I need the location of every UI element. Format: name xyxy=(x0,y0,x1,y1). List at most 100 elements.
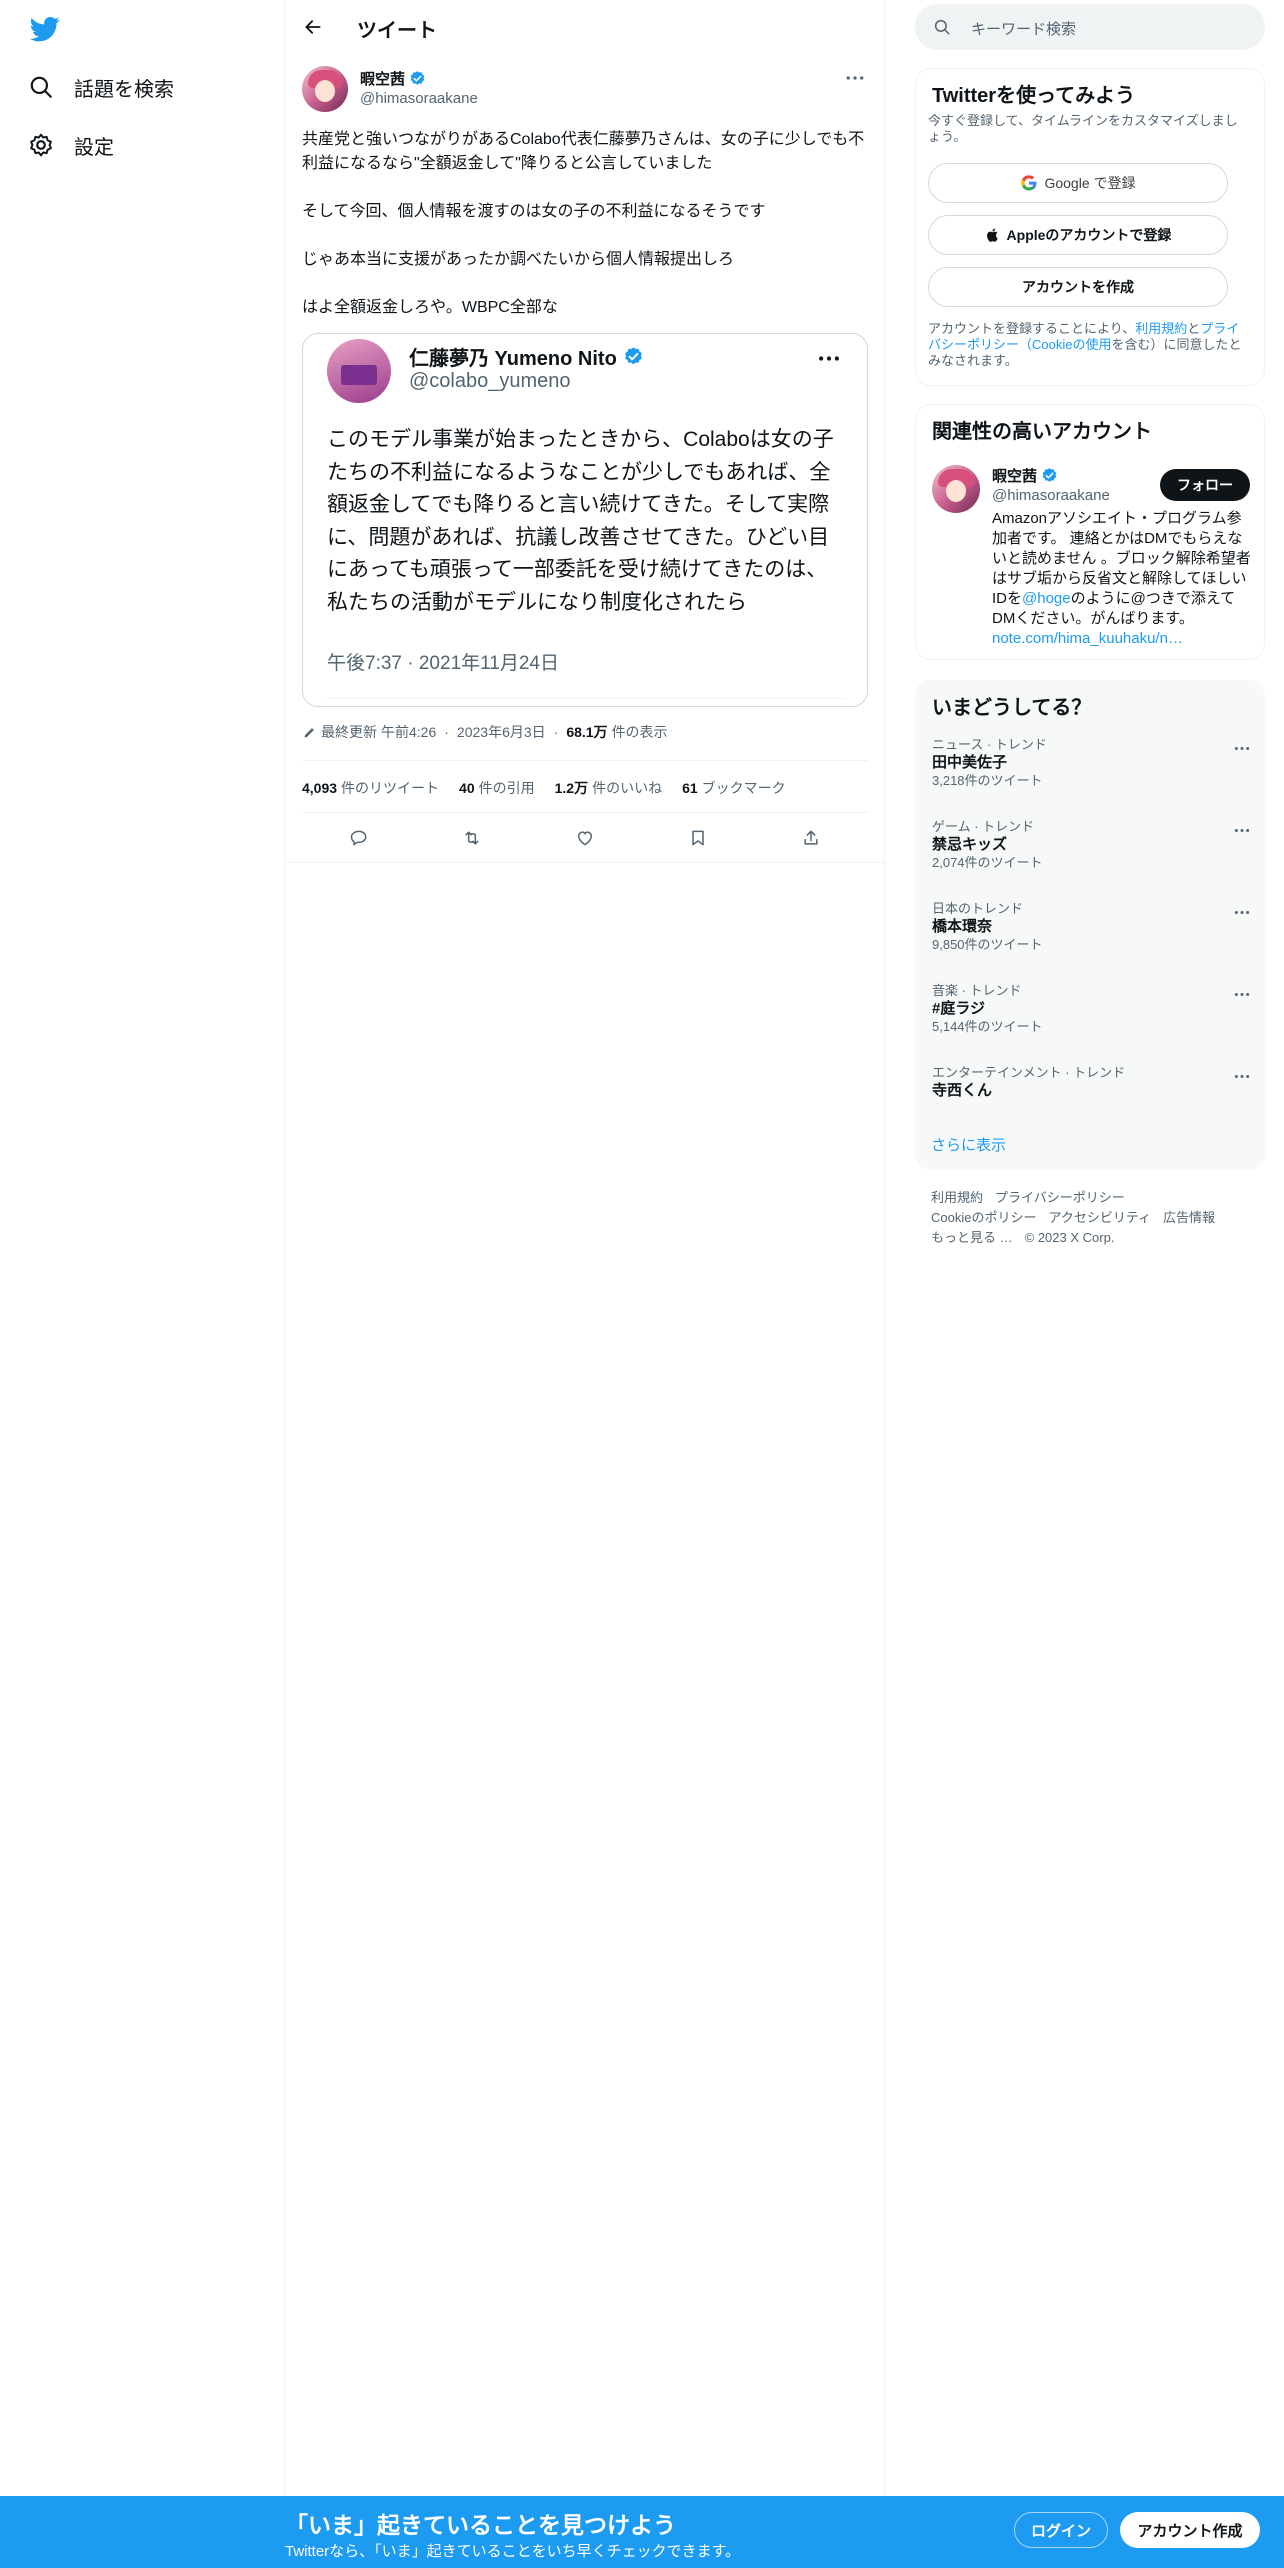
create-account-label: アカウントを作成 xyxy=(1022,279,1134,295)
quotes-count: 40 xyxy=(459,780,475,796)
related-account-handle: @himasoraakane xyxy=(992,487,1110,504)
trend-count: 5,144件のツイート xyxy=(932,1019,1043,1034)
apple-signup-label: Appleのアカウントで登録 xyxy=(1006,227,1172,243)
login-button[interactable]: ログイン xyxy=(1014,2512,1108,2548)
nav-settings[interactable]: 設定 xyxy=(28,125,114,165)
signup-legal-text: アカウントを登録することにより、利用規約とプライバシーポリシー（Cookieの使… xyxy=(928,321,1246,369)
trend-more-button[interactable] xyxy=(1232,741,1252,755)
views-count: 68.1万 xyxy=(566,724,608,740)
trend-item[interactable]: ゲーム · トレンド 禁忌キッズ 2,074件のツイート xyxy=(932,819,1252,889)
avatar[interactable] xyxy=(932,465,980,513)
search-input[interactable]: キーワード検索 xyxy=(915,4,1265,50)
terms-link[interactable]: 利用規約 xyxy=(1135,321,1187,336)
google-signup-button[interactable]: Google で登録 xyxy=(928,163,1228,203)
quotes-stat[interactable]: 40 件の引用 xyxy=(459,778,535,798)
trend-item[interactable]: ニュース · トレンド 田中美佐子 3,218件のツイート xyxy=(932,737,1252,807)
author-handle[interactable]: @himasoraakane xyxy=(360,90,478,107)
bio-url-link[interactable]: note.com/hima_kuuhaku/n… xyxy=(992,630,1183,647)
trend-more-button[interactable] xyxy=(1232,823,1252,837)
heart-icon xyxy=(577,831,592,846)
related-account-bio: Amazonアソシエイト・プログラム参加者です。 連絡とかはDMでもらえないと読… xyxy=(992,509,1252,649)
footer-more-link[interactable]: もっと見る … xyxy=(931,1230,1013,1245)
footer-accessibility-link[interactable]: アクセシビリティ xyxy=(1048,1210,1151,1225)
bookmarks-label: ブックマーク xyxy=(701,780,786,796)
share-icon xyxy=(804,830,818,845)
retweets-stat[interactable]: 4,093 件のリツイート xyxy=(302,778,439,798)
search-placeholder: キーワード検索 xyxy=(971,21,1077,38)
footer-privacy-link[interactable]: プライバシーポリシー xyxy=(995,1190,1125,1205)
follow-button[interactable]: フォロー xyxy=(1160,469,1250,501)
page-header: ツイート xyxy=(285,0,885,54)
quote-more-button[interactable] xyxy=(815,348,843,368)
trend-more-button[interactable] xyxy=(1232,1069,1252,1083)
signup-button[interactable]: アカウント作成 xyxy=(1120,2512,1260,2548)
back-button[interactable] xyxy=(299,13,327,41)
trend-category: ニュース · トレンド xyxy=(932,737,1047,752)
show-more-link[interactable]: さらに表示 xyxy=(931,1134,1006,1155)
bio-mention-link[interactable]: @hoge xyxy=(1022,590,1071,607)
twitter-bird-icon[interactable] xyxy=(28,14,62,44)
create-account-button[interactable]: アカウントを作成 xyxy=(928,267,1228,307)
more-dots-icon xyxy=(1234,992,1250,996)
apple-signup-button[interactable]: Appleのアカウントで登録 xyxy=(928,215,1228,255)
google-signup-label: Google で登録 xyxy=(1044,175,1136,191)
share-button[interactable] xyxy=(793,820,829,856)
more-dots-icon xyxy=(846,76,864,80)
trends-card: いまどうしてる？ ニュース · トレンド 田中美佐子 3,218件のツイート ゲ… xyxy=(915,680,1265,1170)
more-dots-icon xyxy=(819,355,839,361)
footer-links: 利用規約 プライバシーポリシー Cookieのポリシー アクセシビリティ 広告情報 も… xyxy=(931,1188,1261,1248)
related-account-name-text: 暇空茜 xyxy=(992,468,1038,485)
author-name[interactable]: 暇空茜 xyxy=(360,68,426,89)
likes-stat[interactable]: 1.2万 件のいいね xyxy=(555,778,662,798)
trend-category: エンターテインメント · トレンド xyxy=(932,1065,1126,1080)
tweet-actions xyxy=(302,816,868,860)
footer-terms-link[interactable]: 利用規約 xyxy=(931,1190,983,1205)
footer-ads-link[interactable]: 広告情報 xyxy=(1163,1210,1215,1225)
legal-and: と xyxy=(1187,321,1201,336)
edited-label: 最終更新 xyxy=(321,724,377,740)
trend-item[interactable]: エンターテインメント · トレンド 寺西くん xyxy=(932,1065,1252,1135)
trend-more-button[interactable] xyxy=(1232,987,1252,1001)
trend-more-button[interactable] xyxy=(1232,905,1252,919)
avatar[interactable] xyxy=(302,66,348,112)
signup-title: Twitterを使ってみよう xyxy=(932,85,1136,107)
likes-label: 件のいいね xyxy=(592,780,663,796)
nav-explore[interactable]: 話題を検索 xyxy=(28,67,174,107)
apple-logo-icon xyxy=(986,228,998,242)
bookmark-icon xyxy=(692,830,704,846)
more-dots-icon xyxy=(1234,828,1250,832)
trend-item[interactable]: 日本のトレンド 橋本環奈 9,850件のツイート xyxy=(932,901,1252,971)
bookmarks-stat[interactable]: 61 ブックマーク xyxy=(682,778,786,798)
trend-item[interactable]: 音楽 · トレンド #庭ラジ 5,144件のツイート xyxy=(932,983,1252,1053)
retweet-button[interactable] xyxy=(454,820,490,856)
tweet-stats: 4,093 件のリツイート 40 件の引用 1.2万 件のいいね 61 ブックマーク xyxy=(302,778,786,798)
trends-title: いまどうしてる？ xyxy=(932,697,1092,719)
like-button[interactable] xyxy=(567,820,603,856)
arrow-left-icon xyxy=(305,20,321,34)
footer-copyright: © 2023 X Corp. xyxy=(1024,1230,1115,1245)
legal-prefix: アカウントを登録することにより、 xyxy=(928,321,1136,336)
more-options-button[interactable] xyxy=(843,68,867,88)
retweets-label: 件のリツイート xyxy=(341,780,440,796)
trend-count: 2,074件のツイート xyxy=(932,855,1043,870)
retweet-icon xyxy=(465,831,479,845)
author-name-text: 暇空茜 xyxy=(360,71,406,88)
separator-dot: · xyxy=(444,724,449,740)
bookmark-button[interactable] xyxy=(680,820,716,856)
edit-info[interactable]: 最終更新 午前4:26 · 2023年6月3日 · 68.1万 件の表示 xyxy=(302,722,668,742)
related-account-name[interactable]: 暇空茜 xyxy=(992,465,1058,486)
reply-icon xyxy=(350,830,367,846)
google-logo-icon xyxy=(1021,175,1037,191)
more-dots-icon xyxy=(1234,746,1250,750)
trend-category: 音楽 · トレンド xyxy=(932,983,1022,998)
reply-button[interactable] xyxy=(341,820,377,856)
quote-tweet-card[interactable]: 仁藤夢乃 Yumeno Nito @colabo_yumeno このモデル事業が… xyxy=(302,333,868,707)
footer-cookie-link[interactable]: Cookieのポリシー xyxy=(931,1210,1036,1225)
divider xyxy=(285,862,885,863)
verified-badge-icon xyxy=(1042,468,1057,482)
divider xyxy=(302,760,868,761)
tweet-paragraph: 共産党と強いつながりがあるColabo代表仁藤夢乃さんは、女の子に少しでも不利益… xyxy=(302,131,865,172)
signup-card: Twitterを使ってみよう 今すぐ登録して、タイムラインをカスタマイズしましょ… xyxy=(915,68,1265,386)
more-dots-icon xyxy=(1234,910,1250,914)
trend-name: 寺西くん xyxy=(932,1082,993,1099)
